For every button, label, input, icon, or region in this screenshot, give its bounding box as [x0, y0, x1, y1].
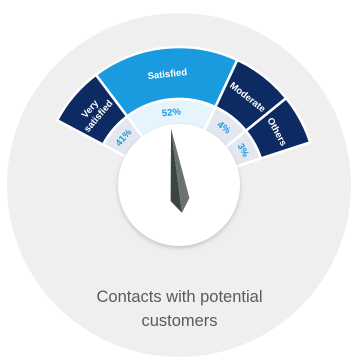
chart-caption: Contacts with potential customers — [96, 288, 263, 330]
value-label-satisfied: 52% — [161, 106, 182, 119]
